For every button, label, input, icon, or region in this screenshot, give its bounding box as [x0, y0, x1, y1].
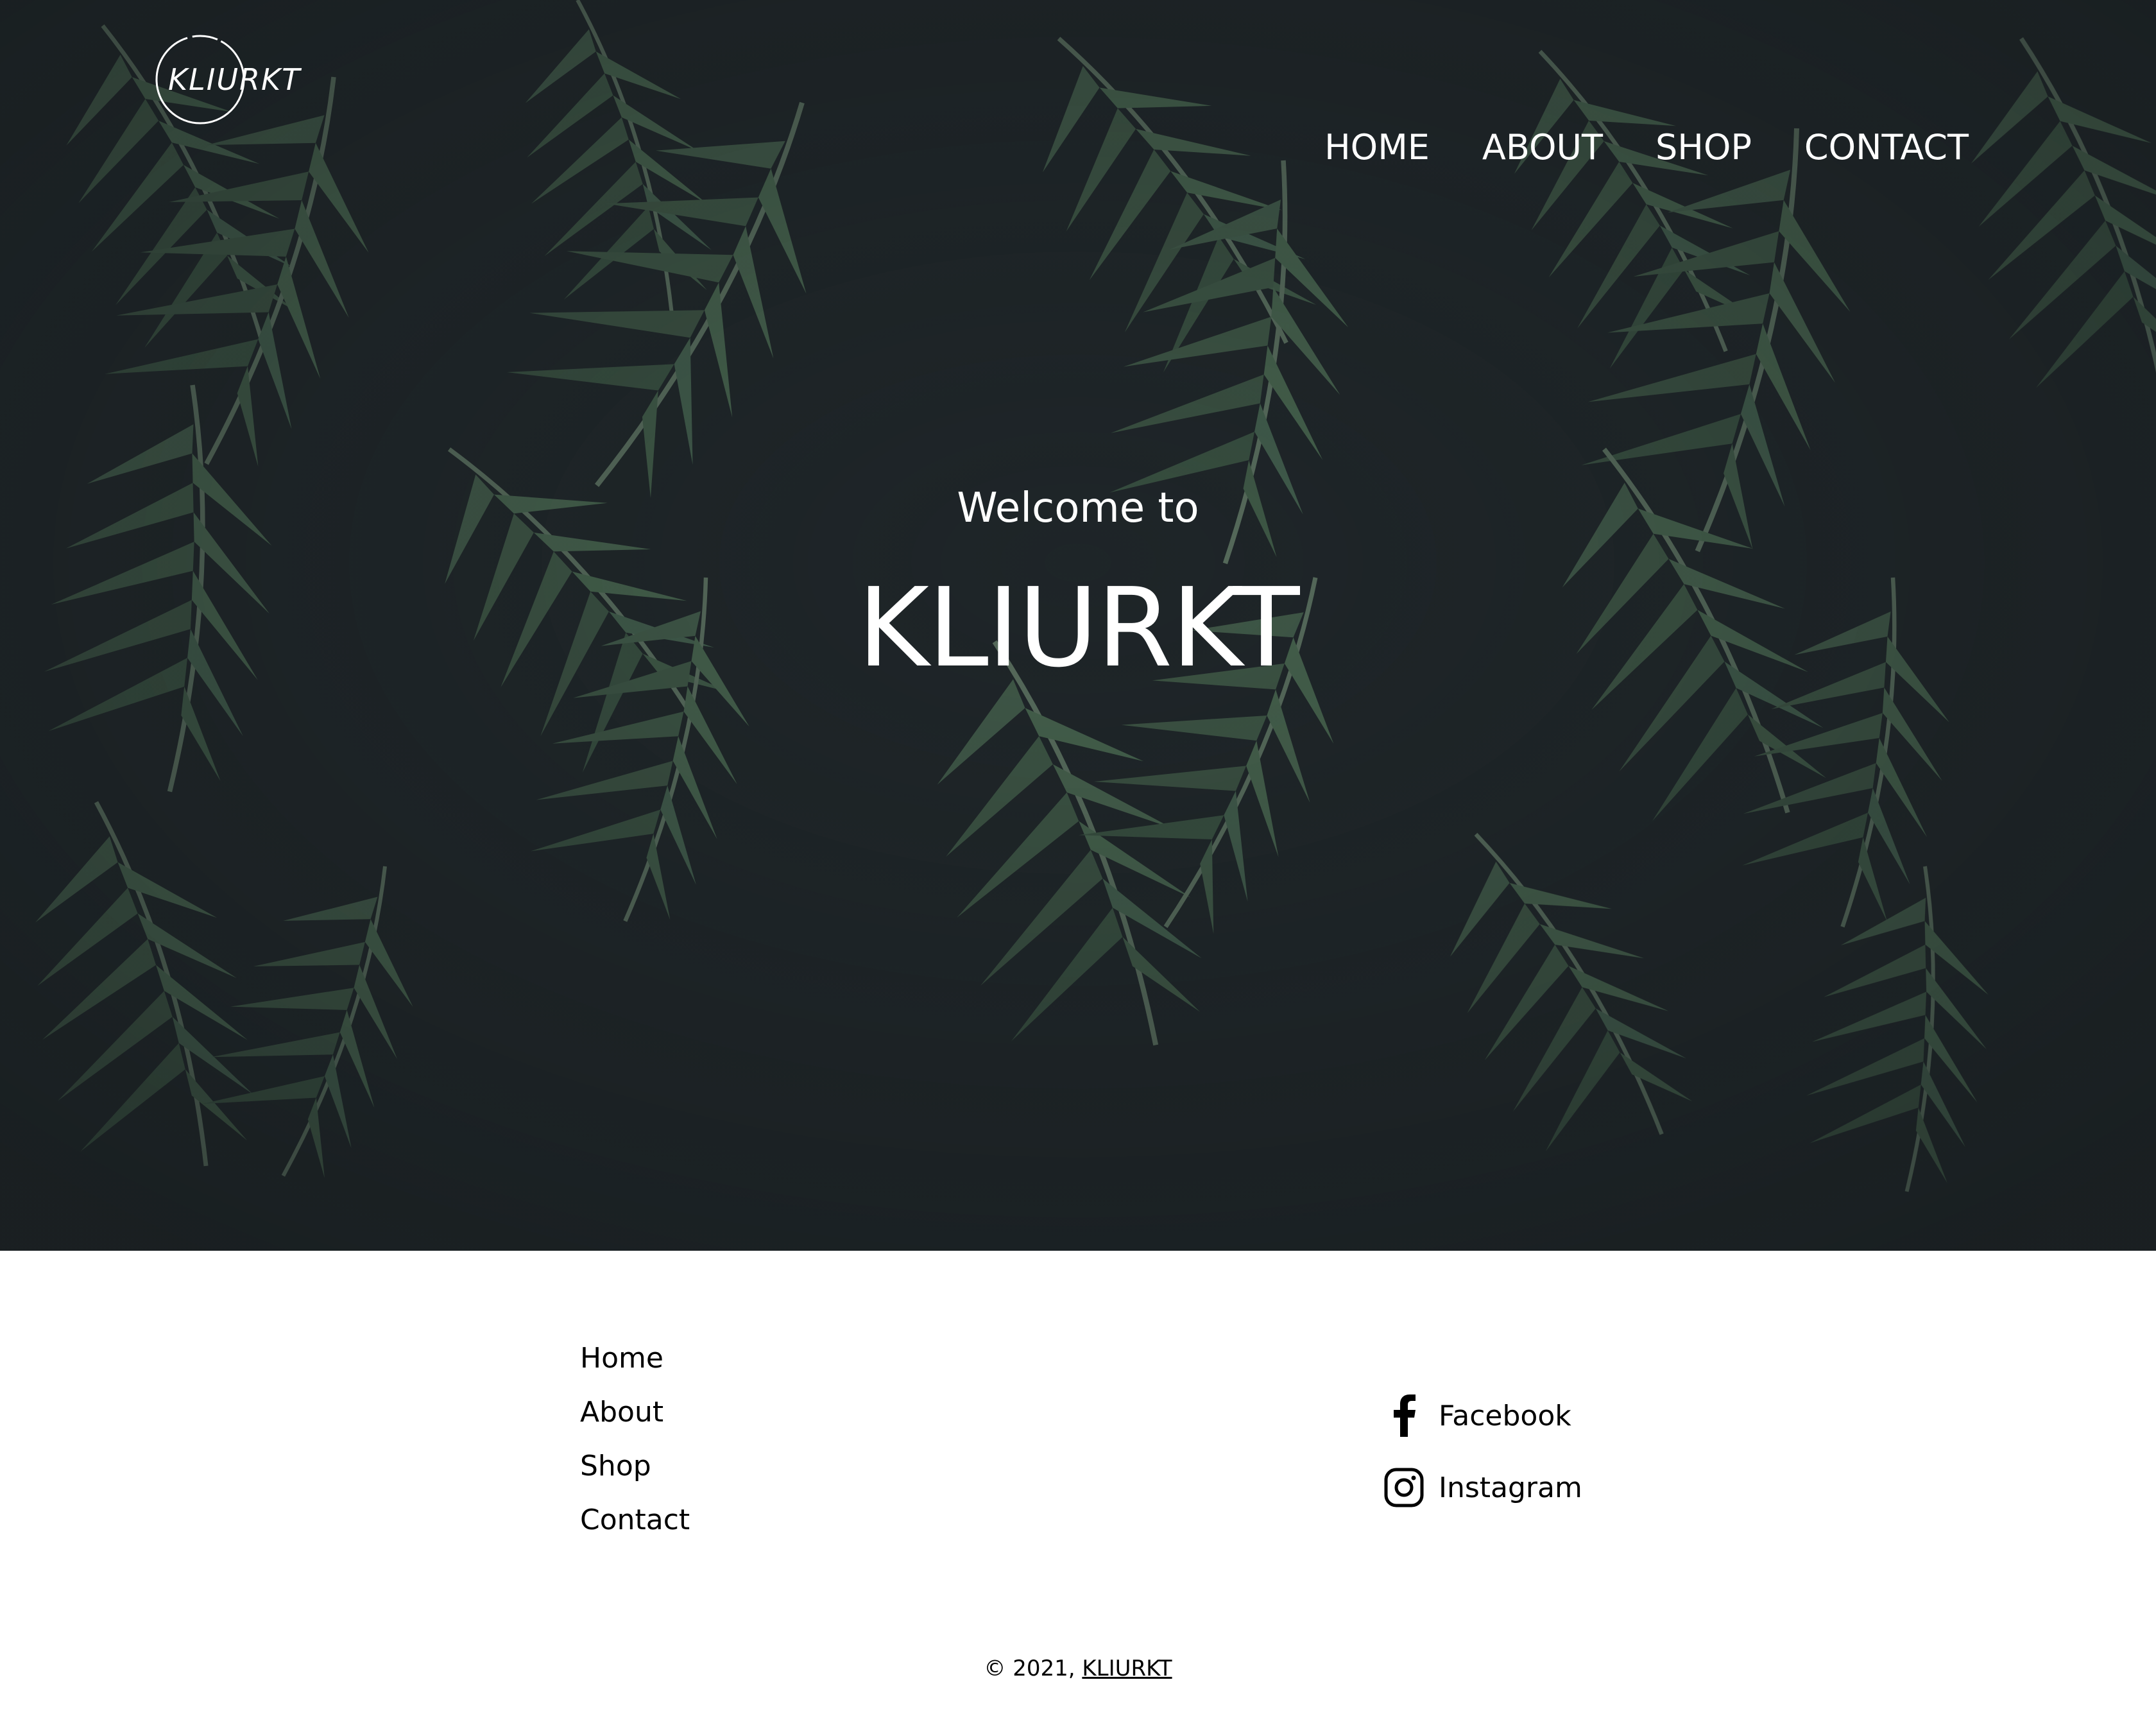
footer-nav: Home About Shop Contact	[580, 1338, 690, 1554]
facebook-icon	[1380, 1391, 1428, 1440]
social-links: Facebook Instagram	[1380, 1380, 1582, 1523]
copyright-link[interactable]: KLIURKT	[1082, 1656, 1172, 1681]
social-instagram-label: Instagram	[1439, 1471, 1582, 1504]
logo-text: KLIURKT	[168, 62, 302, 97]
nav-shop[interactable]: SHOP	[1656, 127, 1752, 167]
footer-link-about[interactable]: About	[580, 1392, 690, 1446]
nav-home[interactable]: HOME	[1324, 127, 1430, 167]
social-facebook[interactable]: Facebook	[1380, 1380, 1582, 1452]
footer-link-home[interactable]: Home	[580, 1338, 690, 1392]
hero-brand-title: KLIURKT	[857, 565, 1299, 692]
footer-link-contact[interactable]: Contact	[580, 1500, 690, 1554]
social-facebook-label: Facebook	[1439, 1399, 1571, 1432]
copyright-prefix: © 2021,	[984, 1656, 1075, 1681]
footer-link-shop[interactable]: Shop	[580, 1446, 690, 1500]
instagram-icon	[1380, 1463, 1428, 1512]
site-logo[interactable]: KLIURKT	[142, 33, 303, 130]
social-instagram[interactable]: Instagram	[1380, 1452, 1582, 1523]
hero-welcome-text: Welcome to	[957, 485, 1199, 532]
copyright: © 2021, KLIURKT	[0, 1656, 2156, 1681]
hero-section: KLIURKT HOME ABOUT SHOP CONTACT Welcome …	[0, 0, 2156, 1251]
main-nav: HOME ABOUT SHOP CONTACT	[1324, 127, 1969, 167]
nav-contact[interactable]: CONTACT	[1804, 127, 1969, 167]
nav-about[interactable]: ABOUT	[1482, 127, 1603, 167]
